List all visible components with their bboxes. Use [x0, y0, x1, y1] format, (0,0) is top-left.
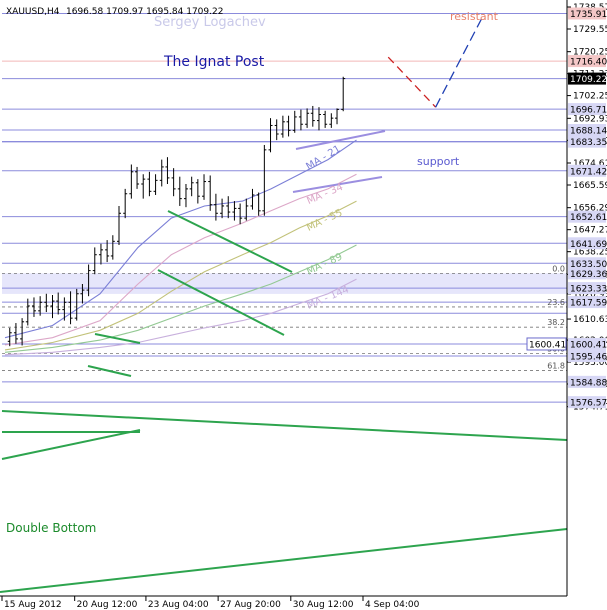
- fibonacci-label: 61.8: [547, 362, 565, 371]
- wedge-upper-line: [295, 130, 386, 150]
- y-tick-label: 1729.55: [573, 25, 607, 35]
- x-tick-label: 30 Aug 12:00: [293, 600, 354, 610]
- labels-layer: 0.023.638.250.061.8MA - 21MA - 34MA - 55…: [6, 10, 565, 535]
- x-tick-label: 27 Aug 20:00: [220, 600, 281, 610]
- x-tick-label: 4 Sep 04:00: [365, 600, 420, 610]
- y-tick-label: 1692.93: [573, 114, 607, 124]
- flag-lower-line: [87, 365, 132, 377]
- candles-layer: [7, 76, 346, 347]
- y-tick-label: 1610.63: [573, 315, 607, 325]
- moving-average-label: MA - 55: [305, 208, 344, 234]
- price-tag-label: 1629.36: [570, 270, 607, 280]
- moving-average-label: MA - 21: [304, 144, 342, 173]
- price-tag-label: 1584.88: [570, 378, 607, 388]
- author-watermark: Sergey Logachev: [154, 15, 266, 30]
- chart: 0.023.638.250.061.8MA - 21MA - 34MA - 55…: [0, 0, 607, 610]
- x-tick-label: 23 Aug 04:00: [148, 600, 209, 610]
- price-tag-label: 1595.46: [570, 353, 607, 363]
- symbol-label: XAUUSD,H4: [6, 7, 60, 17]
- x-axis: 15 Aug 2012 20 Aug 12:00 23 Aug 04:00 27 Au…: [1, 596, 420, 610]
- y-tick-label: 1702.25: [573, 92, 607, 102]
- price-tag-label: 1576.57: [570, 399, 607, 409]
- support-label: support: [417, 155, 460, 168]
- resistant-label: resistant: [450, 10, 499, 23]
- current-price-label: 1709.22: [570, 75, 607, 85]
- double-bottom-label: Double Bottom: [6, 521, 96, 535]
- y-tick-label: 1647.27: [573, 226, 607, 236]
- chart-svg: 0.023.638.250.061.8MA - 21MA - 34MA - 55…: [0, 0, 607, 610]
- price-tag-label: 1641.69: [570, 240, 607, 250]
- projection-up-line: [435, 19, 482, 108]
- zone-layer: [2, 273, 567, 294]
- projection-layer: [387, 19, 482, 108]
- price-tag-label: 1683.35: [570, 138, 607, 148]
- fibonacci-label: 23.6: [547, 298, 565, 307]
- price-tag-label: 1600.41: [570, 340, 607, 350]
- x-tick-label: 20 Aug 12:00: [77, 600, 138, 610]
- moving-average-line: [4, 173, 357, 346]
- fibonacci-label: 0.0: [552, 264, 565, 273]
- levels-layer: [2, 12, 567, 403]
- descending-trendline: [1, 410, 568, 441]
- ma-layer: [4, 139, 357, 356]
- price-tag-label: 1716.40: [570, 58, 607, 68]
- y-tick-label: 1665.59: [573, 181, 607, 191]
- price-tag-label: 1671.42: [570, 167, 607, 177]
- projection-down-line: [387, 56, 437, 108]
- price-tag-label: 1688.14: [570, 127, 607, 137]
- consolidation-rise-line: [1, 429, 141, 460]
- inline-price-label: 1600.41: [529, 340, 566, 350]
- support-zone: [2, 273, 567, 294]
- price-tag-label: 1652.61: [570, 213, 607, 223]
- fibonacci-label: 38.2: [547, 318, 565, 327]
- price-tag-label: 1617.59: [570, 299, 607, 309]
- price-tag-label: 1735.91: [570, 10, 607, 20]
- price-tag-label: 1696.71: [570, 106, 607, 116]
- price-tag-label: 1623.33: [570, 285, 607, 295]
- chart-title: The Ignat Post: [163, 54, 265, 70]
- x-tick-label: 15 Aug 2012: [4, 600, 62, 610]
- long-support-trendline: [0, 528, 568, 593]
